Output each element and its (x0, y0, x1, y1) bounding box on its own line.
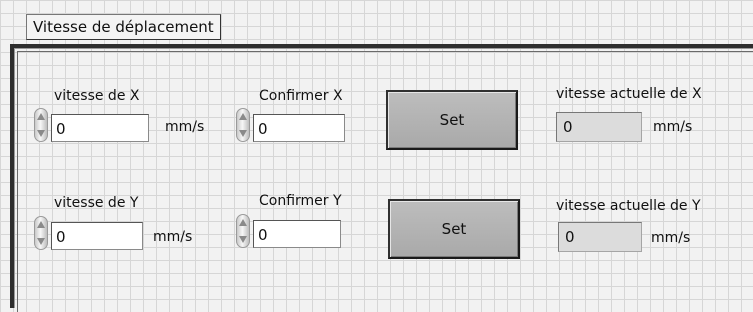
confirm-y-input[interactable]: 0 (253, 220, 341, 248)
confirm-x-input[interactable]: 0 (253, 114, 345, 142)
set-y-button[interactable]: Set (388, 199, 520, 259)
speed-y-label: vitesse de Y (54, 195, 139, 211)
current-x-label: vitesse actuelle de X (556, 86, 702, 102)
confirm-y-label: Confirmer Y (259, 193, 342, 209)
current-y-label: vitesse actuelle de Y (556, 198, 701, 214)
speed-y-input[interactable]: 0 (51, 222, 143, 250)
confirm-x-spinner-icon[interactable] (236, 108, 250, 142)
speed-x-label: vitesse de X (54, 88, 140, 104)
set-x-button[interactable]: Set (386, 90, 518, 150)
current-x-unit: mm/s (653, 119, 693, 135)
speed-x-input[interactable]: 0 (51, 114, 149, 142)
confirm-y-spinner-icon[interactable] (236, 214, 250, 248)
decrement-icon[interactable] (37, 130, 45, 137)
section-title: Vitesse de déplacement (26, 14, 221, 40)
decrement-icon[interactable] (239, 130, 247, 137)
increment-icon[interactable] (239, 113, 247, 120)
confirm-x-label: Confirmer X (259, 88, 343, 104)
increment-icon[interactable] (37, 113, 45, 120)
current-y-indicator: 0 (558, 222, 642, 252)
increment-icon[interactable] (239, 219, 247, 226)
speed-y-unit: mm/s (153, 229, 193, 245)
speed-x-spinner-icon[interactable] (34, 108, 48, 142)
speed-x-unit: mm/s (165, 119, 205, 135)
speed-y-spinner-icon[interactable] (34, 216, 48, 250)
current-y-unit: mm/s (651, 230, 691, 246)
current-x-indicator: 0 (556, 112, 642, 142)
decrement-icon[interactable] (37, 238, 45, 245)
increment-icon[interactable] (37, 221, 45, 228)
decrement-icon[interactable] (239, 236, 247, 243)
